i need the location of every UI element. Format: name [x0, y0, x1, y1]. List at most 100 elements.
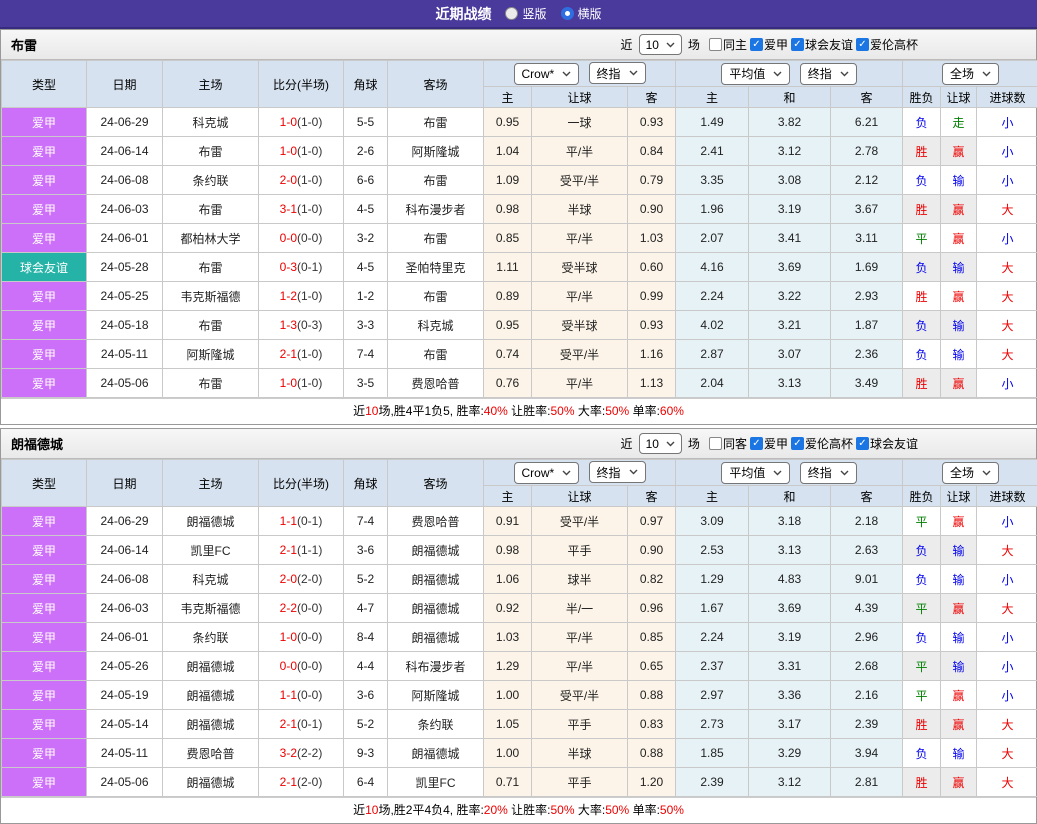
match-date: 24-06-01: [87, 623, 163, 652]
away-team: 布雷: [388, 224, 484, 253]
league-filter-2[interactable]: 球会友谊: [791, 36, 853, 53]
col-avg-draw: 和: [749, 486, 831, 507]
match-row: 球会友谊24-05-28布雷0-3(0-1)4-5圣帕特里克1.11受半球0.6…: [2, 253, 1037, 282]
handicap-line: 平/半: [532, 137, 628, 166]
match-date: 24-06-03: [87, 594, 163, 623]
match-date: 24-06-08: [87, 166, 163, 195]
chevron-down-icon: [840, 470, 849, 476]
full-match-select[interactable]: 全场: [942, 63, 999, 85]
match-row: 爱甲24-05-19朗福德城1-1(0-0)3-6阿斯隆城1.00受平/半0.8…: [2, 681, 1037, 710]
fulltime-score: 0-3: [280, 260, 297, 274]
league-type-cell: 爱甲: [2, 536, 87, 565]
avg-source-select[interactable]: 平均值: [721, 63, 790, 85]
league-filter-3[interactable]: 球会友谊: [856, 435, 918, 452]
checkbox-checked-icon[interactable]: [791, 437, 804, 450]
col-result-outcome: 胜负: [903, 87, 941, 108]
avg-draw-odds: 4.83: [749, 565, 831, 594]
league-type-cell: 爱甲: [2, 137, 87, 166]
league-filter-1[interactable]: 爱甲: [750, 435, 788, 452]
checkbox-unchecked-icon[interactable]: [709, 437, 722, 450]
checkbox-checked-icon[interactable]: [791, 38, 804, 51]
checkbox-unchecked-icon[interactable]: [709, 38, 722, 51]
handicap-home-odds: 0.92: [484, 594, 532, 623]
league-filter-label: 爱甲: [764, 435, 788, 452]
radio-vertical-icon[interactable]: [505, 7, 518, 20]
home-team: 朗福德城: [163, 710, 259, 739]
match-date: 24-06-29: [87, 507, 163, 536]
result-goals: 大: [977, 282, 1037, 311]
corner-score: 6-6: [344, 166, 388, 195]
fulltime-score: 1-2: [280, 289, 297, 303]
league-filter-1[interactable]: 爱甲: [750, 36, 788, 53]
radio-horizontal-label: 横版: [578, 5, 602, 22]
halftime-score: (0-0): [297, 659, 322, 673]
corner-score: 2-6: [344, 137, 388, 166]
avg-away-odds: 2.39: [831, 710, 903, 739]
recent-count-select[interactable]: 10: [639, 34, 682, 55]
checkbox-checked-icon[interactable]: [750, 437, 763, 450]
summary-text: 50%: [551, 803, 575, 817]
league-filter-3[interactable]: 爱伦高杯: [856, 36, 918, 53]
avg-away-odds: 2.93: [831, 282, 903, 311]
recent-count-select[interactable]: 10: [639, 433, 682, 454]
odds-kind-select[interactable]: 终指: [589, 461, 646, 483]
chevron-down-icon: [629, 469, 638, 475]
handicap-line: 平/半: [532, 224, 628, 253]
result-handicap: 输: [941, 739, 977, 768]
match-score: 1-0(1-0): [259, 137, 344, 166]
result-goals: 大: [977, 710, 1037, 739]
handicap-line: 平/半: [532, 282, 628, 311]
checkbox-checked-icon[interactable]: [856, 437, 869, 450]
odds-source-select[interactable]: Crow*: [514, 462, 580, 484]
checkbox-checked-icon[interactable]: [856, 38, 869, 51]
result-outcome: 负: [903, 253, 941, 282]
away-team: 朗福德城: [388, 594, 484, 623]
radio-horizontal-icon[interactable]: [561, 7, 574, 20]
match-row: 爱甲24-05-26朗福德城0-0(0-0)4-4科布漫步者1.29平/半0.6…: [2, 652, 1037, 681]
full-match-select[interactable]: 全场: [942, 462, 999, 484]
league-filter-2[interactable]: 爱伦高杯: [791, 435, 853, 452]
col-away: 客场: [388, 460, 484, 507]
match-date: 24-06-14: [87, 536, 163, 565]
odds-source-select[interactable]: Crow*: [514, 63, 580, 85]
avg-kind-select[interactable]: 终指: [800, 462, 857, 484]
fulltime-score: 2-2: [280, 601, 297, 615]
same-away-filter[interactable]: 同客: [709, 435, 747, 452]
matches-body-0: 爱甲24-06-29科克城1-0(1-0)5-5布雷0.95一球0.931.49…: [2, 108, 1037, 398]
avg-source-value: 平均值: [729, 464, 765, 481]
fulltime-score: 2-0: [280, 572, 297, 586]
home-team: 条约联: [163, 623, 259, 652]
odds-kind-select[interactable]: 终指: [589, 62, 646, 84]
home-team: 科克城: [163, 565, 259, 594]
summary-text: 近: [353, 803, 365, 817]
match-score: 2-0(1-0): [259, 166, 344, 195]
match-row: 爱甲24-06-14布雷1-0(1-0)2-6阿斯隆城1.04平/半0.842.…: [2, 137, 1037, 166]
avg-away-odds: 3.11: [831, 224, 903, 253]
matches-table-1: 类型 日期 主场 比分(半场) 角球 客场 Crow* 终指: [1, 60, 1037, 398]
avg-draw-odds: 3.36: [749, 681, 831, 710]
fulltime-score: 1-1: [280, 514, 297, 528]
avg-source-select[interactable]: 平均值: [721, 462, 790, 484]
corner-score: 3-5: [344, 369, 388, 398]
chevron-down-icon: [666, 42, 675, 48]
fulltime-score: 2-1: [280, 347, 297, 361]
avg-home-odds: 4.16: [676, 253, 749, 282]
avg-away-odds: 3.49: [831, 369, 903, 398]
handicap-line: 平/半: [532, 369, 628, 398]
layout-option-horizontal[interactable]: 横版: [561, 5, 602, 22]
avg-draw-odds: 3.07: [749, 340, 831, 369]
checkbox-checked-icon[interactable]: [750, 38, 763, 51]
matches-table-2: 类型 日期 主场 比分(半场) 角球 客场 Crow* 终指: [1, 459, 1037, 797]
match-score: 2-1(2-0): [259, 768, 344, 797]
result-handicap: 赢: [941, 224, 977, 253]
avg-home-odds: 2.24: [676, 282, 749, 311]
same-home-filter[interactable]: 同主: [709, 36, 747, 53]
avg-kind-select[interactable]: 终指: [800, 63, 857, 85]
result-handicap: 输: [941, 166, 977, 195]
result-outcome: 平: [903, 507, 941, 536]
layout-option-vertical[interactable]: 竖版: [505, 5, 546, 22]
col-avg-draw: 和: [749, 87, 831, 108]
chevron-down-icon: [773, 71, 782, 77]
match-date: 24-05-18: [87, 311, 163, 340]
result-goals: 大: [977, 253, 1037, 282]
